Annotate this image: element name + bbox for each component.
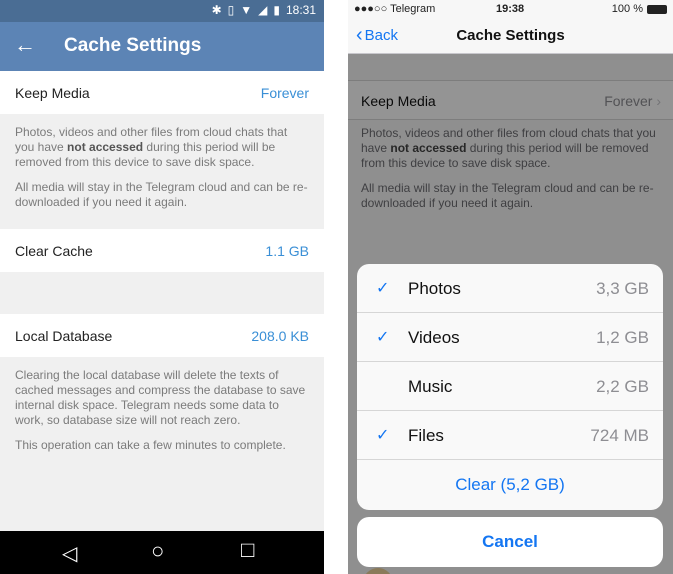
- local-database-hint-paragraph-2: This operation can take a few minutes to…: [15, 438, 286, 452]
- page-title: Cache Settings: [456, 27, 565, 44]
- nav-back-icon[interactable]: ◁: [62, 541, 77, 566]
- sheet-item-label: Files: [408, 426, 444, 445]
- sheet-item-size: 2,2 GB: [596, 377, 649, 396]
- clear-button[interactable]: Clear (5,2 GB): [357, 460, 663, 510]
- signal-icon: ◢: [258, 3, 268, 17]
- keep-media-hint-paragraph-1: Photos, videos and other files from clou…: [15, 125, 288, 169]
- keep-media-value: Forever: [260, 85, 309, 101]
- clear-cache-row[interactable]: Clear Cache 1.1 GB: [0, 229, 324, 272]
- local-database-value: 208.0 KB: [251, 328, 309, 344]
- carrier-label: ●●●○○ Telegram: [354, 3, 436, 15]
- nav-recents-icon[interactable]: □: [241, 537, 254, 563]
- sheet-item-videos[interactable]: ✓ Videos 1,2 GB: [357, 313, 663, 362]
- sheet-item-size: 1,2 GB: [596, 328, 649, 347]
- back-arrow-icon[interactable]: ←: [14, 33, 36, 57]
- page-title: Cache Settings: [64, 35, 202, 56]
- cancel-button[interactable]: Cancel: [357, 517, 663, 567]
- battery-indicator: 100 %: [612, 3, 667, 15]
- sheet-item-size: 724 MB: [590, 426, 649, 445]
- local-database-row[interactable]: Local Database 208.0 KB: [0, 314, 324, 357]
- sheet-item-size: 3,3 GB: [596, 279, 649, 298]
- battery-icon: [647, 4, 667, 14]
- local-database-hint: Clearing the local database will delete …: [0, 368, 324, 463]
- android-status-bar: ✱ ▯ ▼ ◢ ▮ 18:31: [0, 0, 324, 22]
- sheet-item-label: Photos: [408, 279, 461, 298]
- sheet-item-label: Videos: [408, 328, 460, 347]
- android-screen: ✱ ▯ ▼ ◢ ▮ 18:31 ← Cache Settings Keep Me…: [0, 0, 324, 574]
- keep-media-label: Keep Media: [15, 85, 90, 101]
- background-list-peek: [357, 568, 663, 574]
- ios-status-bar: ●●●○○ Telegram 19:38 100 %: [348, 0, 673, 18]
- bluetooth-icon: ✱: [211, 3, 222, 17]
- clear-cache-label: Clear Cache: [15, 243, 93, 259]
- keep-media-row[interactable]: Keep Media Forever: [0, 71, 324, 114]
- sheet-item-photos[interactable]: ✓ Photos 3,3 GB: [357, 264, 663, 313]
- nav-home-icon[interactable]: ○: [151, 538, 164, 564]
- sheet-item-music[interactable]: Music 2,2 GB: [357, 362, 663, 411]
- battery-percent: 100 %: [611, 3, 643, 15]
- checkmark-icon: ✓: [376, 427, 390, 444]
- keep-media-hint-paragraph-2: All media will stay in the Telegram clou…: [15, 180, 308, 209]
- local-database-label: Local Database: [15, 328, 113, 344]
- local-database-hint-paragraph-1: Clearing the local database will delete …: [15, 368, 306, 427]
- ios-screen: ●●●○○ Telegram 19:38 100 % ‹ Back Cache …: [348, 0, 673, 574]
- keep-media-hint: Photos, videos and other files from clou…: [0, 125, 324, 220]
- checkmark-icon: ✓: [376, 280, 390, 297]
- android-nav-bar: ◁ ○ □: [0, 531, 324, 574]
- sheet-item-files[interactable]: ✓ Files 724 MB: [357, 411, 663, 460]
- app-bar: ← Cache Settings: [0, 22, 324, 71]
- status-time: 18:31: [285, 3, 316, 17]
- checkmark-icon: ✓: [376, 329, 390, 346]
- avatar: [363, 568, 393, 574]
- clear-cache-value: 1.1 GB: [265, 243, 309, 259]
- sheet-item-label: Music: [408, 377, 453, 396]
- wifi-icon: ▼: [240, 3, 253, 17]
- vibrate-icon: ▯: [227, 3, 235, 17]
- action-sheet: ✓ Photos 3,3 GB ✓ Videos 1,2 GB Music 2,…: [357, 264, 663, 510]
- battery-icon: ▮: [273, 3, 280, 17]
- ios-nav-bar: ‹ Back Cache Settings: [348, 18, 673, 54]
- ios-status-time: 19:38: [496, 3, 525, 15]
- status-icons: ✱ ▯ ▼ ◢ ▮ 18:31: [212, 3, 316, 17]
